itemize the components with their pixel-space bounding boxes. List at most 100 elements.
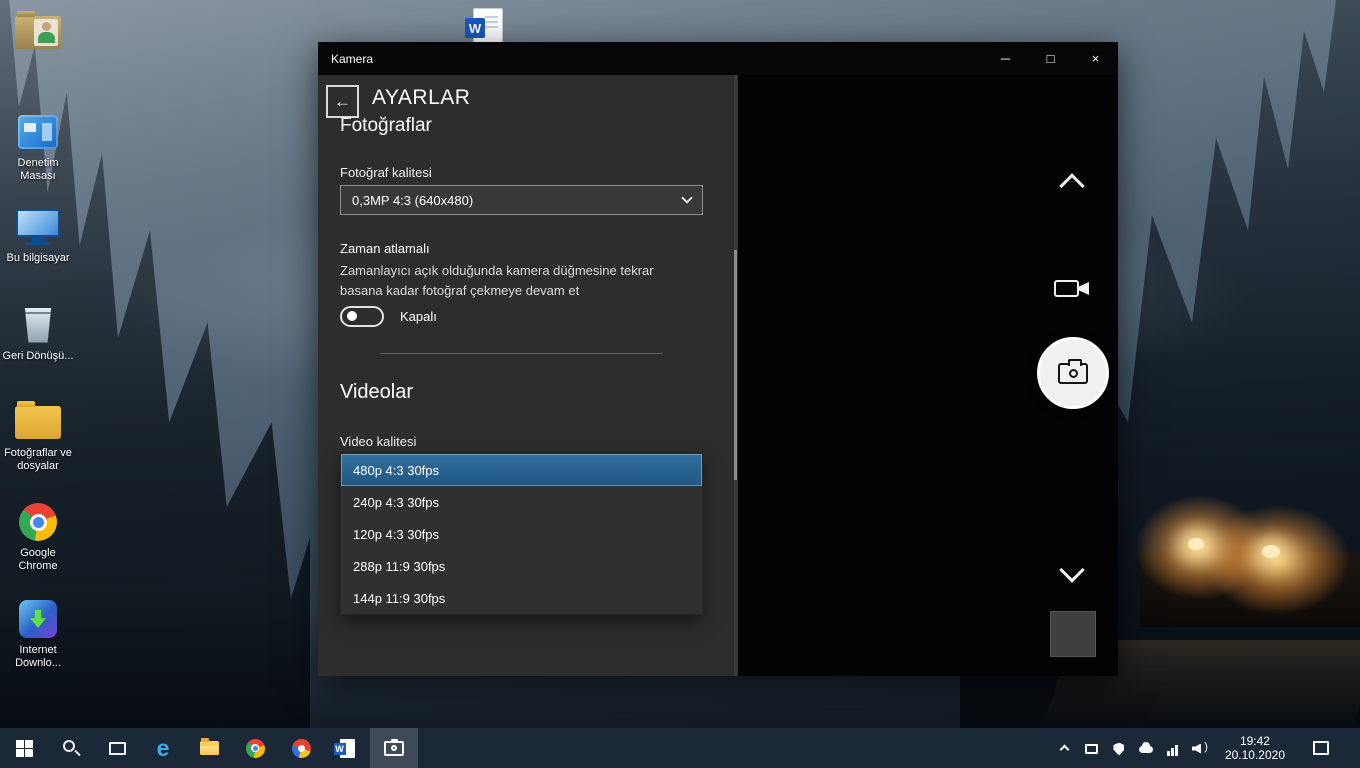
desktop-icon-label: Bu bilgisayar [0,252,76,265]
shield-icon [1113,743,1124,756]
task-view-button[interactable] [94,728,140,768]
word-document-icon: W [473,8,503,45]
search-icon [63,740,80,757]
train-headlight-glow [1205,505,1350,615]
gallery-thumbnail[interactable] [1050,611,1096,657]
windows-logo-icon [16,740,33,757]
window-titlebar[interactable]: Kamera ─ □ × [318,42,1118,75]
cloud-icon [1139,746,1153,753]
hidden-icons-button[interactable] [1057,741,1073,756]
desktop-icon-control-panel[interactable]: Denetim Masası [0,110,76,183]
settings-title: AYARLAR [372,86,470,110]
timelapse-toggle-state: Kapalı [400,309,437,324]
chevron-up-icon [1059,173,1084,198]
video-quality-label: Video kalitesi [340,434,416,449]
desktop-icon-label: Google Chrome [0,547,76,573]
taskbar-search-button[interactable] [48,728,94,768]
video-quality-option-120p[interactable]: 120p 4:3 30fps [341,518,702,550]
section-divider [380,353,663,354]
window-controls: ─ □ × [983,42,1118,75]
taskbar-file-explorer-button[interactable] [186,728,232,768]
tray-volume-icon[interactable]: ) [1192,741,1208,756]
videos-section-heading: Videolar [340,381,413,404]
chevron-down-icon [681,192,692,203]
video-quality-option-144p[interactable]: 144p 11:9 30fps [341,582,702,614]
take-photo-button[interactable] [1037,337,1109,409]
user-folder-icon [15,16,61,49]
idm-icon [19,600,57,638]
window-title: Kamera [331,52,373,66]
desktop-icon-user-folder[interactable] [0,10,76,57]
tray-cloud-icon[interactable] [1138,741,1154,756]
desktop-icon-photos-folder[interactable]: Fotoğraflar ve dosyalar [0,400,76,473]
window-content: ← AYARLAR Fotoğraflar Fotoğraf kalitesi … [318,75,1118,676]
zoom-up-button[interactable] [1063,177,1081,195]
file-explorer-icon [200,741,219,755]
desktop-icon-label: Fotoğraflar ve dosyalar [0,447,76,473]
recycle-bin-icon [23,308,53,343]
settings-panel: ← AYARLAR Fotoğraflar Fotoğraf kalitesi … [318,75,738,676]
camera-app-window: Kamera ─ □ × ← AYARLAR Fotoğraflar Fotoğ… [318,42,1118,676]
desktop-icon-word-document[interactable]: W [468,8,508,45]
tray-network-icon[interactable] [1165,741,1181,756]
video-quality-dropdown-list: 480p 4:3 30fps 240p 4:3 30fps 120p 4:3 3… [340,453,703,615]
video-camera-icon [1054,280,1079,297]
folder-icon [15,406,61,439]
taskbar-clock[interactable]: 19:42 20.10.2020 [1219,734,1291,762]
word-icon: W [340,739,355,758]
maximize-button[interactable]: □ [1028,42,1073,75]
notification-icon [1313,741,1329,755]
settings-scrollbar-thumb[interactable] [734,250,737,480]
desktop-icon-internet-download-manager[interactable]: Internet Downlo... [0,597,76,670]
timelapse-label: Zaman atlamalı [340,241,430,256]
word-logo-icon: W [465,18,485,38]
photos-section-heading: Fotoğraflar [340,115,432,137]
camera-preview [738,75,1118,676]
browser-app-icon [292,739,311,758]
back-button[interactable]: ← [326,85,359,118]
desktop-icon-label: Geri Dönüşü... [0,350,76,363]
video-quality-option-288p[interactable]: 288p 11:9 30fps [341,550,702,582]
taskbar-camera-button-active[interactable] [370,728,418,768]
back-arrow-icon: ← [334,92,351,112]
camera-icon [384,741,404,756]
edge-icon: e [157,737,170,760]
computer-monitor-icon [16,209,60,237]
video-quality-option-480p[interactable]: 480p 4:3 30fps [341,454,702,486]
clock-time: 19:42 [1225,734,1285,748]
action-center-button[interactable] [1302,741,1340,755]
train-headlight [1188,538,1204,550]
desktop: Denetim Masası Bu bilgisayar Geri Dönüşü… [0,0,1360,768]
timelapse-description: Zamanlayıcı açık olduğunda kamera düğmes… [340,261,690,301]
task-view-icon [109,742,126,755]
close-button[interactable]: × [1073,42,1118,75]
desktop-icon-this-pc[interactable]: Bu bilgisayar [0,205,76,265]
system-tray: ) 19:42 20.10.2020 [1053,728,1360,768]
taskbar-browser-app-button[interactable] [278,728,324,768]
start-button[interactable] [0,728,48,768]
desktop-icon-google-chrome[interactable]: Google Chrome [0,500,76,573]
desktop-icon-recycle-bin[interactable]: Geri Dönüşü... [0,303,76,363]
tray-security-icon[interactable] [1111,741,1127,756]
toggle-knob [347,311,357,321]
taskbar-edge-button[interactable]: e [140,728,186,768]
timelapse-toggle[interactable] [340,306,384,327]
photo-quality-label: Fotoğraf kalitesi [340,165,432,180]
video-quality-option-240p[interactable]: 240p 4:3 30fps [341,486,702,518]
taskbar: e W [0,728,1360,768]
network-signal-icon [1167,745,1178,756]
camera-icon [1058,363,1088,384]
desktop-icon-label: Denetim Masası [0,157,76,183]
photo-quality-value: 0,3MP 4:3 (640x480) [352,193,473,208]
chrome-icon [19,503,57,541]
zoom-down-button[interactable] [1063,561,1081,579]
photo-quality-dropdown[interactable]: 0,3MP 4:3 (640x480) [340,185,703,215]
minimize-button[interactable]: ─ [983,42,1028,75]
chrome-icon [246,739,265,758]
taskbar-word-button[interactable]: W [324,728,370,768]
tray-display-icon[interactable] [1084,741,1100,756]
taskbar-chrome-button[interactable] [232,728,278,768]
speaker-icon: ) [1192,742,1208,756]
chevron-down-icon [1059,557,1084,582]
video-mode-button[interactable] [1054,279,1092,299]
